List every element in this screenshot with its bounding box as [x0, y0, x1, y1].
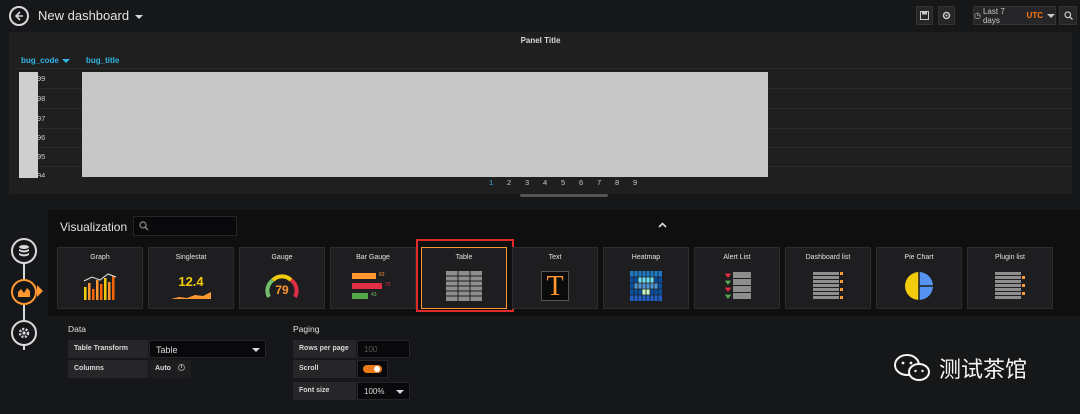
viz-card-pie-chart[interactable]: Pie Chart [876, 247, 962, 309]
toggle-switch [363, 365, 382, 373]
time-picker[interactable]: ◷ Last 7 days UTC [973, 6, 1056, 25]
page-link[interactable]: 8 [615, 178, 619, 187]
viz-card-text[interactable]: Text T [512, 247, 598, 309]
rows-per-page-label: Rows per page [293, 340, 356, 358]
redacted-area [82, 72, 768, 177]
page-link[interactable]: 4 [543, 178, 547, 187]
table-transform-label: Table Transform [68, 340, 148, 358]
sort-desc-icon [61, 58, 70, 63]
panel-title[interactable]: Panel Title [9, 36, 1072, 45]
viz-card-plugin-list[interactable]: Plugin list [967, 247, 1053, 309]
graph-icon [58, 268, 142, 304]
viz-card-bar-gauge[interactable]: Bar Gauge 62 75 43 [330, 247, 416, 309]
visualization-heading: Visualization [60, 220, 128, 234]
columns-label: Columns [68, 360, 148, 378]
chevron-down-icon [396, 390, 404, 394]
viz-card-alert-list[interactable]: Alert List [694, 247, 780, 309]
table-row: 99 [37, 74, 46, 83]
viz-card-dashboard-list[interactable]: Dashboard list [785, 247, 871, 309]
database-icon[interactable] [11, 238, 37, 264]
gear-icon[interactable] [938, 6, 955, 25]
chevron-down-icon [135, 14, 144, 19]
visualization-icon[interactable] [11, 279, 37, 305]
font-size-select[interactable]: 100% [357, 382, 410, 400]
scroll-toggle[interactable] [357, 360, 388, 378]
table-transform-select[interactable]: Table [149, 340, 266, 358]
chevron-down-icon [1047, 13, 1055, 18]
plugin-list-icon [968, 268, 1052, 304]
text-icon: T [513, 268, 597, 304]
column-header-bug-code[interactable]: bug_code [21, 56, 70, 65]
search-icon [139, 221, 149, 231]
dashboard-list-icon [786, 268, 870, 304]
gear-icon[interactable] [11, 320, 37, 346]
horizontal-scrollbar[interactable] [520, 194, 608, 197]
pie-chart-icon [877, 268, 961, 304]
paging-section-heading: Paging [293, 324, 320, 334]
back-arrow-icon[interactable] [9, 6, 29, 26]
viz-card-singlestat[interactable]: Singlestat 12.4 [148, 247, 234, 309]
table-row: 96 [37, 133, 46, 142]
page-link[interactable]: 1 [489, 178, 493, 187]
wechat-watermark: 测试茶馆 [893, 352, 1027, 384]
editor-sidebar [0, 210, 48, 414]
top-bar: New dashboard ◷ Last 7 days UTC [0, 0, 1080, 32]
collapse-chevron-up-icon[interactable] [658, 220, 667, 231]
page-link[interactable]: 5 [561, 178, 565, 187]
redacted-area [19, 72, 38, 178]
data-section-heading: Data [68, 324, 86, 334]
rows-per-page-input[interactable]: 100 [357, 340, 410, 358]
wechat-icon [894, 354, 930, 381]
column-header-bug-title[interactable]: bug_title [86, 56, 119, 65]
table-row: 95 [37, 152, 46, 161]
bar-gauge-icon: 62 75 43 [331, 268, 415, 304]
page-link[interactable]: 2 [507, 178, 511, 187]
chevron-down-icon [252, 348, 260, 352]
page-link[interactable]: 7 [597, 178, 601, 187]
table-row: 94 [37, 171, 46, 177]
viz-card-graph[interactable]: Graph [57, 247, 143, 309]
page-link[interactable]: 6 [579, 178, 583, 187]
table-row: 98 [37, 94, 46, 103]
clock-icon: ◷ [974, 11, 981, 20]
visualization-picker: Visualization Graph Singlestat 12.4 Gaug… [48, 210, 1080, 316]
selection-highlight [416, 239, 514, 312]
zoom-out-icon[interactable] [1059, 6, 1077, 25]
active-tab-indicator [37, 285, 43, 297]
save-icon[interactable] [916, 6, 933, 25]
font-size-label: Font size [293, 382, 356, 400]
page-link[interactable]: 3 [525, 178, 529, 187]
singlestat-icon: 12.4 [149, 268, 233, 304]
heatmap-icon [604, 268, 688, 304]
dashboard-title[interactable]: New dashboard [38, 8, 144, 23]
viz-card-heatmap[interactable]: Heatmap [603, 247, 689, 309]
table-row: 97 [37, 114, 46, 123]
table-panel: Panel Title bug_code bug_title 99 98 97 … [9, 32, 1072, 197]
visualization-search-input[interactable] [133, 216, 237, 236]
columns-auto-value[interactable]: Auto i [149, 360, 191, 378]
info-icon: i [178, 364, 185, 371]
scroll-label: Scroll [293, 360, 356, 378]
viz-card-gauge[interactable]: Gauge 79 [239, 247, 325, 309]
divider [18, 68, 1072, 69]
alert-list-icon [695, 268, 779, 304]
gauge-icon: 79 [240, 268, 324, 304]
page-link[interactable]: 9 [633, 178, 637, 187]
